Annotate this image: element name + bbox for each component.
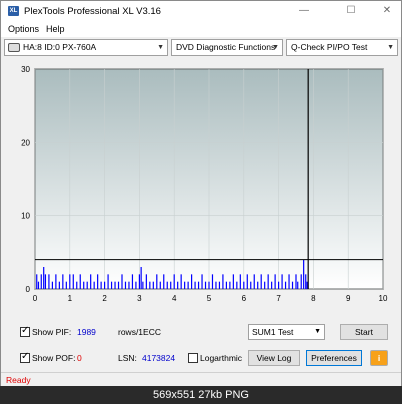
window-title: PlexTools Professional XL V3.16 [24,6,161,17]
show-pof-checkbox[interactable] [20,351,30,363]
function-select[interactable]: DVD Diagnostic Functions ▼ [171,39,283,56]
toolbar: HA:8 ID:0 PX-760A ▼ DVD Diagnostic Funct… [1,37,401,59]
y-tick-label: 30 [21,65,30,74]
status-text: Ready [6,375,31,385]
lsn-label: LSN: [118,353,137,363]
menu-options[interactable]: Options [8,24,39,34]
lsn-value: 4173824 [142,353,176,363]
logarithmic-checkbox[interactable] [188,353,198,363]
y-tick-label: 20 [21,138,30,147]
y-tick-label: 0 [26,285,31,294]
show-pif-label: Show PIF: [32,327,72,337]
x-tick-label: 2 [102,294,107,303]
pi-chart: 0 1 2 3 4 5 6 7 8 9 10 0 10 20 30 [8,63,396,315]
x-tick-label: 1 [68,294,73,303]
show-pof-label: Show POF: [32,353,76,363]
x-tick-label: 8 [311,294,316,303]
app-icon: XL [8,6,19,16]
menu-bar: Options Help [1,22,401,37]
y-tick-label: 10 [21,212,30,221]
chevron-down-icon: ▼ [157,44,164,51]
chart-svg: 0 1 2 3 4 5 6 7 8 9 10 0 10 20 30 [21,65,388,303]
sum-test-select[interactable]: SUM1 Test ▼ [248,324,325,340]
x-tick-label: 6 [242,294,247,303]
minimize-button[interactable]: — [290,3,318,19]
title-bar: XL PlexTools Professional XL V3.16 — ☐ ✕ [1,1,401,22]
logarithmic-label: Logarthmic [200,353,243,363]
view-log-button[interactable]: View Log [248,350,300,366]
menu-help[interactable]: Help [46,24,65,34]
chevron-down-icon: ▼ [314,328,321,335]
x-tick-label: 9 [346,294,351,303]
x-tick-label: 7 [276,294,281,303]
test-select[interactable]: Q-Check PI/PO Test ▼ [286,39,398,56]
show-pif-checkbox[interactable] [20,325,30,337]
app-window: XL PlexTools Professional XL V3.16 — ☐ ✕… [0,0,402,404]
x-tick-label: 10 [379,294,388,303]
start-button[interactable]: Start [340,324,388,340]
status-bar: Ready [1,372,401,386]
chevron-down-icon: ▼ [272,44,279,51]
pof-value: 0 [77,353,82,363]
x-tick-label: 4 [172,294,177,303]
drive-select[interactable]: HA:8 ID:0 PX-760A ▼ [4,39,168,56]
test-select-value: Q-Check PI/PO Test [291,42,368,52]
image-caption: 569x551 27kb PNG [0,386,402,404]
pif-value: 1989 [77,327,96,337]
chevron-down-icon: ▼ [387,44,394,51]
x-tick-label: 0 [33,294,38,303]
info-icon[interactable]: i [370,350,388,366]
maximize-button[interactable]: ☐ [337,3,365,19]
drive-icon [8,43,20,52]
x-tick-label: 3 [137,294,142,303]
drive-select-value: HA:8 ID:0 PX-760A [23,42,97,52]
x-tick-label: 5 [207,294,212,303]
function-select-value: DVD Diagnostic Functions [176,42,276,52]
close-button[interactable]: ✕ [373,3,401,19]
rows-label: rows/1ECC [118,327,161,337]
preferences-button[interactable]: Preferences [306,350,362,366]
sum-test-value: SUM1 Test [252,327,294,337]
